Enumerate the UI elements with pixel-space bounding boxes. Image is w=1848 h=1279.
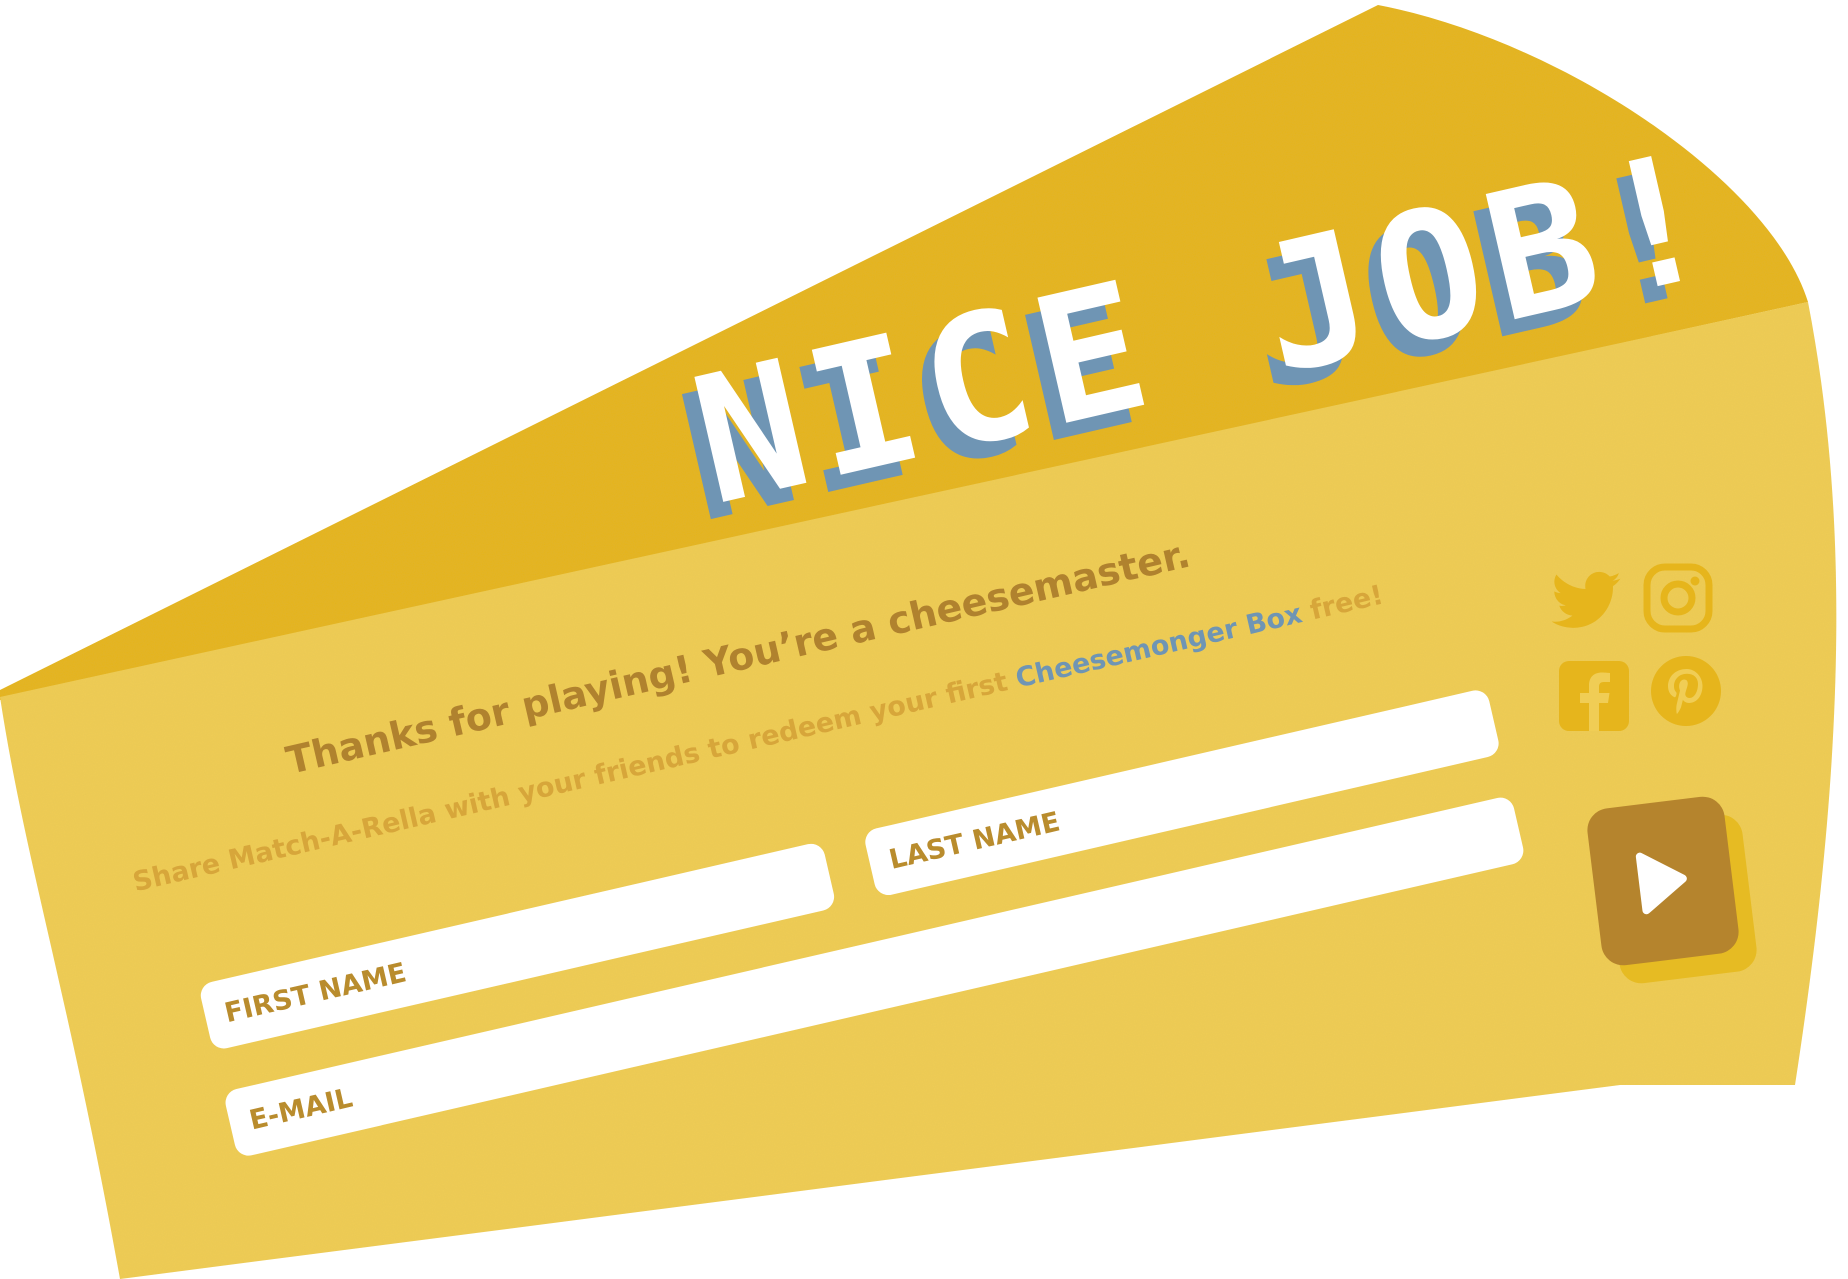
match-a-rella-result-dialog: NICE JOB! Thanks for playing! You’re a c… (0, 0, 1848, 1279)
submit-button[interactable] (1584, 794, 1742, 968)
facebook-button[interactable] (1558, 660, 1630, 732)
instagram-button[interactable] (1642, 562, 1714, 634)
twitter-icon (1552, 571, 1621, 628)
pinterest-icon (1651, 656, 1721, 726)
play-icon (1635, 852, 1687, 915)
facebook-icon (1559, 661, 1629, 731)
twitter-button[interactable] (1552, 566, 1622, 636)
instagram-icon (1643, 563, 1713, 633)
pinterest-button[interactable] (1650, 655, 1722, 727)
